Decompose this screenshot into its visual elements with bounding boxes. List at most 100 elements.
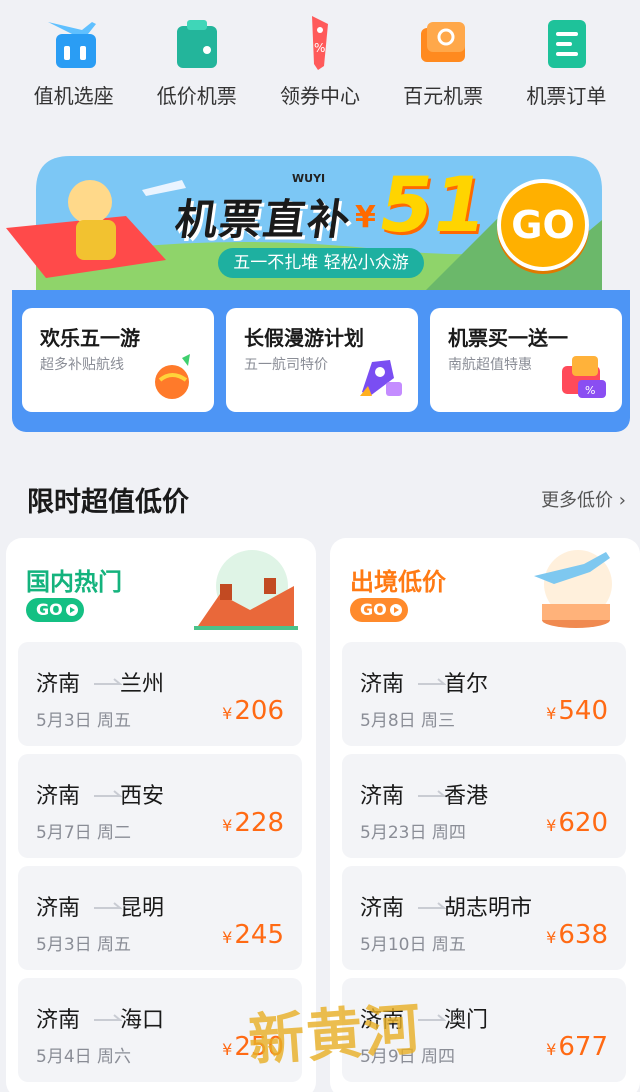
route-price: ¥638 [546, 920, 608, 950]
route-card[interactable]: 济南 首尔 5月8日 周三 ¥540 [342, 642, 626, 746]
rocket-icon [360, 360, 402, 396]
promo-title: 长假漫游计划 [244, 326, 364, 350]
currency-symbol: ¥ [222, 816, 233, 835]
chevron-right-icon: › [618, 490, 626, 511]
route-origin: 济南 [36, 672, 81, 697]
seat-checkin-icon [47, 22, 96, 68]
banner-amount: 51 [372, 160, 494, 249]
banner-subtitle: 五一不扎堆 轻松小众游 [218, 248, 424, 278]
arrow-right-icon [94, 790, 122, 797]
arrow-right-icon [418, 1014, 446, 1021]
promo-card-mayday[interactable]: 欢乐五一游 超多补贴航线 [22, 308, 214, 412]
route-destination: 澳门 [444, 1008, 489, 1033]
banner-currency: ¥ [355, 200, 376, 235]
international-go-button[interactable]: GO [350, 598, 408, 622]
international-title[interactable]: 出境低价 [350, 562, 446, 597]
route-date: 5月7日 周二 [36, 823, 132, 843]
promo-subtitle: 南航超值特惠 [448, 357, 532, 373]
airplane-podium-icon [534, 550, 612, 628]
route-destination: 兰州 [120, 672, 165, 697]
route-date: 5月10日 周五 [360, 935, 466, 955]
svg-text:%: % [585, 384, 595, 397]
play-arrow-icon [390, 604, 402, 616]
route-origin: 济南 [360, 672, 405, 697]
route-price: ¥677 [546, 1032, 608, 1062]
nav-item-lowfare[interactable]: 低价机票 [138, 0, 256, 120]
nav-label: 低价机票 [156, 84, 237, 108]
route-price: ¥206 [222, 696, 284, 726]
route-origin: 济南 [36, 1008, 81, 1033]
promo-title: 机票买一送一 [448, 326, 568, 350]
route-destination: 首尔 [444, 672, 489, 697]
fruit-gift-icon [155, 354, 190, 399]
promo-subtitle: 五一航司特价 [244, 357, 328, 373]
currency-symbol: ¥ [222, 1040, 233, 1059]
nav-label: 机票订单 [526, 84, 607, 108]
route-card[interactable]: 济南 昆明 5月3日 周五 ¥245 [18, 866, 302, 970]
more-lowfares-link[interactable]: 更多低价 › [541, 486, 626, 512]
route-date: 5月3日 周五 [36, 935, 132, 955]
price-value: 245 [234, 920, 284, 950]
coupon-tag-icon: % [311, 16, 328, 70]
great-wall-icon [194, 550, 298, 630]
route-date: 5月23日 周四 [360, 823, 466, 843]
route-price: ¥540 [546, 696, 608, 726]
nav-item-coupons[interactable]: % 领券中心 [261, 0, 379, 120]
section-title: 限时超值低价 [27, 487, 189, 518]
currency-symbol: ¥ [546, 928, 557, 947]
banner-title: 机票直补 [172, 195, 356, 244]
route-price: ¥245 [222, 920, 284, 950]
svg-text:%: % [314, 41, 325, 55]
promo-title: 欢乐五一游 [40, 326, 140, 350]
arrow-right-icon [94, 678, 122, 685]
promo-subtitle: 超多补贴航线 [40, 357, 124, 373]
route-price: ¥620 [546, 808, 608, 838]
order-list-icon [548, 20, 587, 68]
route-date: 5月8日 周三 [360, 711, 456, 731]
route-card[interactable]: 济南 兰州 5月3日 周五 ¥206 [18, 642, 302, 746]
nav-label: 值机选座 [33, 84, 114, 108]
currency-symbol: ¥ [546, 704, 557, 723]
currency-symbol: ¥ [546, 1040, 557, 1059]
route-destination: 西安 [120, 784, 165, 809]
route-destination: 海口 [120, 1008, 165, 1033]
nav-label: 领券中心 [279, 84, 360, 108]
promo-cards: 欢乐五一游 超多补贴航线 长假漫游计划 五一航司特价 机票买一送一 南航超值特惠… [12, 290, 630, 432]
price-value: 620 [558, 808, 608, 838]
nav-item-orders[interactable]: 机票订单 [507, 0, 625, 120]
currency-symbol: ¥ [546, 816, 557, 835]
go-label: GO [360, 600, 387, 619]
wallet-icon [176, 20, 217, 68]
route-card[interactable]: 济南 西安 5月7日 周二 ¥228 [18, 754, 302, 858]
route-destination: 胡志明市 [444, 896, 533, 921]
route-price: ¥228 [222, 808, 284, 838]
route-destination: 昆明 [120, 896, 165, 921]
play-arrow-icon [66, 604, 78, 616]
price-value: 677 [558, 1032, 608, 1062]
promo-card-bogo[interactable]: 机票买一送一 南航超值特惠 % [430, 308, 622, 412]
more-label: 更多低价 [541, 490, 614, 511]
route-origin: 济南 [360, 896, 405, 921]
ticket-icon [421, 22, 466, 62]
price-value: 638 [558, 920, 608, 950]
route-date: 5月3日 周五 [36, 711, 132, 731]
arrow-right-icon [418, 902, 446, 909]
arrow-right-icon [418, 678, 446, 685]
quick-nav: 值机选座 低价机票 % 领券中心 百元机票 机票订单 [0, 0, 640, 120]
domestic-go-button[interactable]: GO [26, 598, 84, 622]
nav-item-checkin[interactable]: 值机选座 [15, 0, 133, 120]
currency-symbol: ¥ [222, 928, 233, 947]
go-label: GO [36, 600, 63, 619]
arrow-right-icon [418, 790, 446, 797]
gift-coupon-icon: % [562, 356, 606, 398]
domestic-title[interactable]: 国内热门 [26, 562, 122, 597]
route-card[interactable]: 济南 胡志明市 5月10日 周五 ¥638 [342, 866, 626, 970]
route-destination: 香港 [444, 784, 489, 809]
banner-go-button[interactable]: GO [497, 179, 589, 271]
currency-symbol: ¥ [222, 704, 233, 723]
route-origin: 济南 [36, 896, 81, 921]
promo-card-holiday[interactable]: 长假漫游计划 五一航司特价 [226, 308, 418, 412]
route-card[interactable]: 济南 香港 5月23日 周四 ¥620 [342, 754, 626, 858]
nav-item-hundred[interactable]: 百元机票 [384, 0, 502, 120]
banner-brand: WUYI [292, 172, 326, 185]
